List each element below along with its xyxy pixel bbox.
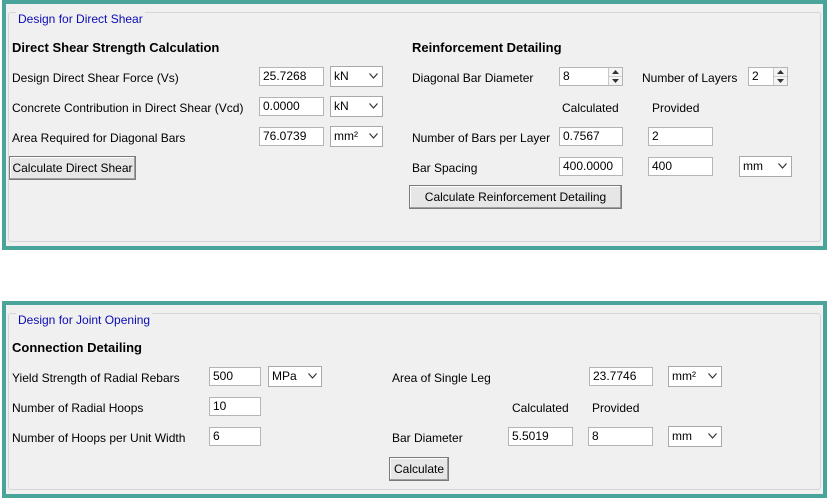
yield-strength-unit-value: MPa	[272, 369, 297, 383]
bar-spacing-provided-field[interactable]: 400	[648, 157, 713, 176]
yield-strength-unit-select[interactable]: MPa	[268, 366, 322, 387]
chevron-down-icon	[308, 373, 317, 379]
bar-diameter-unit-value: mm	[672, 429, 692, 443]
diagonal-bar-diameter-spinner[interactable]: 8	[559, 67, 623, 86]
bar-spacing-label: Bar Spacing	[412, 161, 478, 175]
bars-per-layer-label: Number of Bars per Layer	[412, 131, 551, 145]
spin-down-icon[interactable]	[609, 77, 622, 85]
bar-diameter-provided-field[interactable]: 8	[588, 427, 653, 446]
spinner-arrows[interactable]	[608, 68, 622, 85]
concrete-contribution-unit-select[interactable]: kN	[330, 96, 383, 117]
direct-shear-panel: Design for Direct Shear Direct Shear Str…	[2, 0, 827, 250]
radial-hoops-label: Number of Radial Hoops	[12, 401, 144, 415]
area-diagonal-field[interactable]: 76.0739	[259, 127, 324, 146]
number-of-layers-spinner[interactable]: 2	[748, 67, 788, 86]
radial-hoops-field[interactable]: 10	[209, 397, 261, 416]
bar-diameter-label: Bar Diameter	[392, 431, 463, 445]
provided-header: Provided	[652, 101, 700, 115]
yield-strength-label: Yield Strength of Radial Rebars	[12, 371, 180, 385]
bar-spacing-unit-select[interactable]: mm	[739, 156, 792, 177]
area-single-leg-unit-value: mm²	[672, 369, 696, 383]
shear-force-field[interactable]: 25.7268	[259, 67, 324, 86]
concrete-contribution-field[interactable]: 0.0000	[259, 97, 324, 116]
spinner-arrows[interactable]	[773, 68, 787, 85]
chevron-down-icon	[369, 103, 378, 109]
shear-force-label: Design Direct Shear Force (Vs)	[12, 71, 179, 85]
chevron-down-icon	[708, 433, 717, 439]
calculate-reinforcement-button[interactable]: Calculate Reinforcement Detailing	[409, 185, 622, 209]
area-single-leg-label: Area of Single Leg	[392, 371, 491, 385]
bar-spacing-unit-value: mm	[743, 159, 763, 173]
joint-opening-panel: Design for Joint Opening Connection Deta…	[2, 301, 827, 498]
yield-strength-field[interactable]: 500	[209, 367, 261, 386]
spin-up-icon[interactable]	[609, 68, 622, 77]
joint-opening-group-title: Design for Joint Opening	[16, 313, 153, 327]
bar-diameter-calculated-field[interactable]: 5.5019	[508, 427, 573, 446]
hoops-per-width-field[interactable]: 6	[209, 427, 261, 446]
area-single-leg-unit-select[interactable]: mm²	[668, 366, 722, 387]
direct-shear-group-title: Design for Direct Shear	[16, 12, 145, 26]
area-diagonal-label: Area Required for Diagonal Bars	[12, 131, 186, 145]
bar-spacing-calculated-field[interactable]: 400.0000	[559, 157, 623, 176]
hoops-per-width-label: Number of Hoops per Unit Width	[12, 431, 186, 445]
area-diagonal-unit-value: mm²	[334, 129, 358, 143]
bars-per-layer-calculated-field[interactable]: 0.7567	[559, 127, 623, 146]
chevron-down-icon	[778, 163, 787, 169]
strength-heading: Direct Shear Strength Calculation	[12, 40, 220, 55]
number-of-layers-label: Number of Layers	[642, 71, 738, 85]
joint-calculated-header: Calculated	[512, 401, 569, 415]
diagonal-bar-diameter-label: Diagonal Bar Diameter	[412, 71, 534, 85]
spin-up-icon[interactable]	[774, 68, 787, 77]
concrete-contribution-label: Concrete Contribution in Direct Shear (V…	[12, 101, 244, 115]
diagonal-bar-diameter-value: 8	[563, 69, 570, 83]
joint-provided-header: Provided	[592, 401, 640, 415]
area-diagonal-unit-select[interactable]: mm²	[330, 126, 383, 147]
chevron-down-icon	[369, 133, 378, 139]
chevron-down-icon	[369, 73, 378, 79]
bar-diameter-unit-select[interactable]: mm	[668, 426, 722, 447]
calculate-direct-shear-button[interactable]: Calculate Direct Shear	[9, 156, 136, 180]
shear-force-unit-select[interactable]: kN	[330, 66, 383, 87]
concrete-contribution-unit-value: kN	[334, 99, 349, 113]
area-single-leg-field[interactable]: 23.7746	[589, 367, 653, 386]
bars-per-layer-provided-field[interactable]: 2	[648, 127, 713, 146]
calculated-header: Calculated	[562, 101, 619, 115]
connection-heading: Connection Detailing	[12, 340, 142, 355]
chevron-down-icon	[708, 373, 717, 379]
shear-force-unit-value: kN	[334, 69, 349, 83]
spin-down-icon[interactable]	[774, 77, 787, 85]
reinforcement-heading: Reinforcement Detailing	[412, 40, 562, 55]
calculate-button[interactable]: Calculate	[389, 457, 449, 481]
number-of-layers-value: 2	[752, 69, 759, 83]
